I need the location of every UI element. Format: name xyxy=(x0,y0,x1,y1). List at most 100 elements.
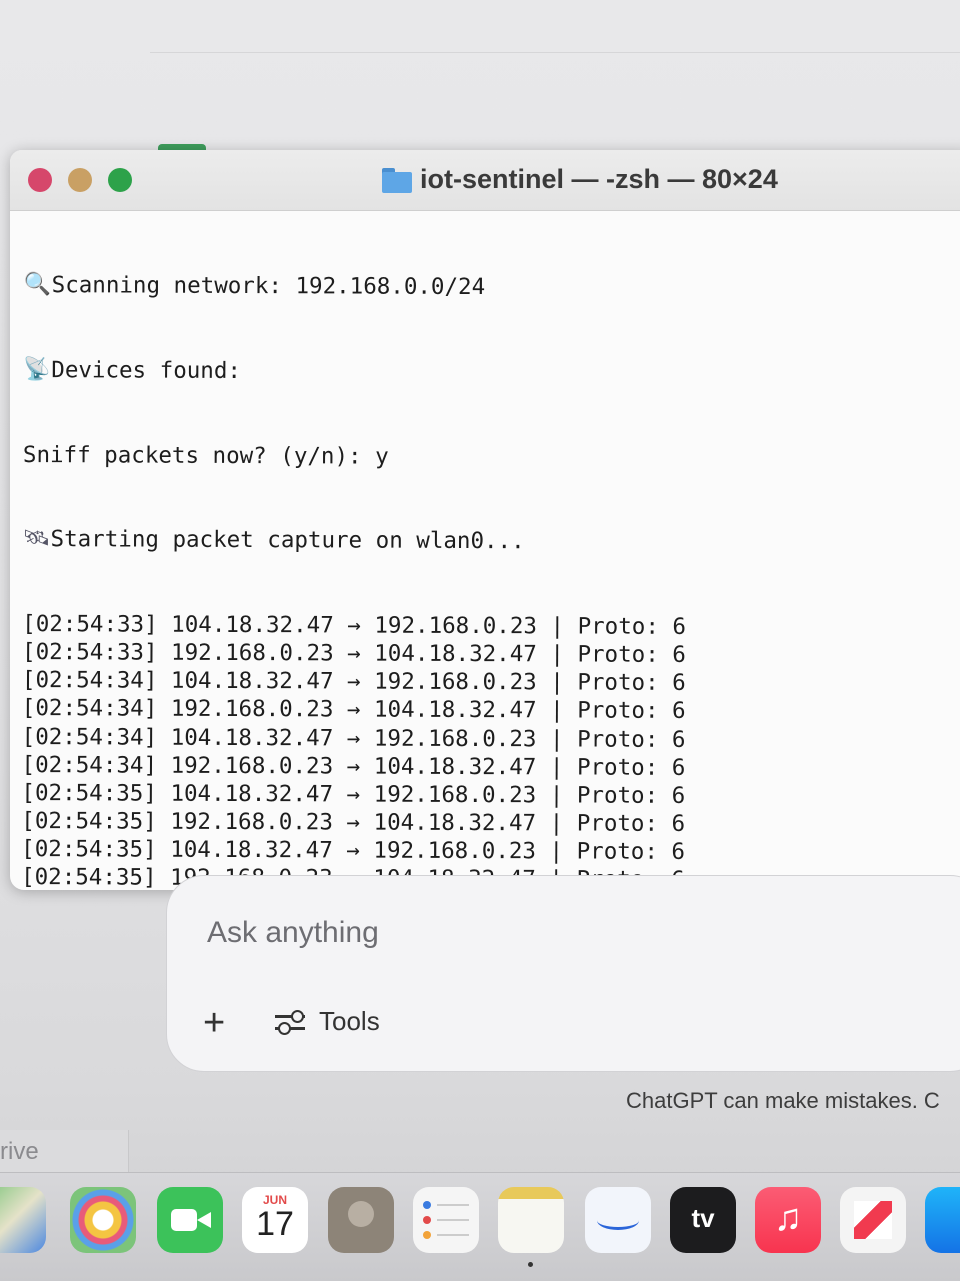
packet-separator: | xyxy=(549,782,564,809)
facetime-icon[interactable] xyxy=(157,1187,223,1253)
packet-row: [02:54:34] 104.18.32.47 → 192.168.0.23 |… xyxy=(22,666,960,698)
sliders-icon xyxy=(275,1008,305,1036)
packet-source: 192.168.0.23 xyxy=(170,808,333,836)
packet-arrow: → xyxy=(346,809,361,836)
satellite-icon: 🛰 xyxy=(22,526,51,552)
packet-time: [02:54:34] xyxy=(21,751,158,779)
dock: JUN 17 tv ♫ xyxy=(0,1172,960,1281)
packet-source: 192.168.0.23 xyxy=(170,752,334,780)
terminal-line: Sniff packets now? (y/n): y xyxy=(23,441,960,473)
packet-destination: 192.168.0.23 xyxy=(374,612,538,640)
packet-time: [02:54:35] xyxy=(21,864,157,890)
add-attachment-button[interactable]: + xyxy=(203,1004,225,1042)
apple-tv-label: tv xyxy=(691,1203,715,1233)
packet-destination: 192.168.0.23 xyxy=(373,837,537,865)
disclaimer-text: ChatGPT can make mistakes. C xyxy=(626,1088,940,1113)
packet-arrow: → xyxy=(347,668,361,695)
packet-arrow: → xyxy=(347,640,361,667)
app-store-icon[interactable] xyxy=(925,1187,960,1253)
packet-separator: | xyxy=(549,754,564,781)
packet-time: [02:54:34] xyxy=(21,667,158,694)
packet-proto: Proto: 6 xyxy=(577,669,686,697)
terminal-line: 🔍 Scanning network: 192.168.0.0/24 xyxy=(24,271,960,303)
packet-time: [02:54:34] xyxy=(21,723,158,751)
packet-separator: | xyxy=(550,613,565,640)
folder-icon xyxy=(382,167,412,193)
packet-source: 104.18.32.47 xyxy=(170,836,333,864)
packet-row: [02:54:35] 104.18.32.47 → 192.168.0.23 |… xyxy=(21,779,960,811)
packet-source: 104.18.32.47 xyxy=(170,724,334,751)
packet-time: [02:54:33] xyxy=(22,610,158,638)
music-icon[interactable]: ♫ xyxy=(755,1187,821,1253)
packet-time: [02:54:35] xyxy=(21,779,157,807)
packet-row: [02:54:33] 104.18.32.47 → 192.168.0.23 |… xyxy=(22,610,960,642)
calendar-day: 17 xyxy=(256,1205,294,1243)
packet-separator: | xyxy=(550,697,564,724)
packet-proto: Proto: 6 xyxy=(577,726,686,753)
packet-arrow: → xyxy=(346,781,361,808)
terminal-window[interactable]: iot-sentinel — -zsh — 80×24 🔍 Scanning ne… xyxy=(10,150,960,890)
apple-tv-icon[interactable]: tv xyxy=(670,1187,736,1253)
capture-start-text: Starting packet capture on wlan0... xyxy=(50,526,525,555)
packet-source: 104.18.32.47 xyxy=(171,611,334,639)
packet-separator: | xyxy=(550,669,564,696)
packet-arrow: → xyxy=(346,837,360,864)
close-window-button[interactable] xyxy=(28,168,52,192)
contacts-icon[interactable] xyxy=(328,1187,394,1253)
packet-source: 192.168.0.23 xyxy=(170,696,334,723)
background-divider xyxy=(150,52,960,53)
packet-time: [02:54:35] xyxy=(21,836,157,863)
music-note-glyph: ♫ xyxy=(773,1197,803,1239)
calendar-icon[interactable]: JUN 17 xyxy=(242,1187,308,1253)
tools-button[interactable]: Tools xyxy=(275,1006,380,1037)
terminal-line: 📡 Devices found: xyxy=(23,356,960,388)
satellite-antenna-icon: 📡 xyxy=(23,357,51,383)
terminal-title-text: iot-sentinel — -zsh — 80×24 xyxy=(420,164,778,194)
sidebar-item-label[interactable]: rive xyxy=(0,1138,39,1166)
photos-icon[interactable] xyxy=(70,1187,136,1253)
reminders-icon[interactable] xyxy=(413,1187,479,1253)
terminal-line: 🛰 Starting packet capture on wlan0... xyxy=(23,525,960,557)
devices-found-text: Devices found: xyxy=(51,357,242,385)
packet-separator: | xyxy=(549,810,564,837)
freeform-icon[interactable] xyxy=(585,1187,651,1253)
packet-row: [02:54:35] 104.18.32.47 → 192.168.0.23 |… xyxy=(21,835,960,867)
packet-destination: 104.18.32.47 xyxy=(373,753,537,781)
packet-proto: Proto: 6 xyxy=(576,838,686,866)
packet-destination: 192.168.0.23 xyxy=(373,725,537,752)
terminal-title: iot-sentinel — -zsh — 80×24 xyxy=(382,164,778,195)
tools-label: Tools xyxy=(319,1006,380,1036)
minimize-window-button[interactable] xyxy=(68,168,92,192)
chat-input-box[interactable]: Ask anything + Tools xyxy=(166,875,960,1072)
packet-source: 104.18.32.47 xyxy=(170,780,334,808)
packet-proto: Proto: 6 xyxy=(577,641,686,668)
terminal-titlebar[interactable]: iot-sentinel — -zsh — 80×24 xyxy=(10,150,960,211)
packet-row: [02:54:34] 192.168.0.23 → 104.18.32.47 |… xyxy=(22,751,960,783)
packet-proto: Proto: 6 xyxy=(576,754,686,781)
packet-time: [02:54:33] xyxy=(22,639,158,666)
packet-separator: | xyxy=(549,725,564,752)
packet-proto: Proto: 6 xyxy=(577,613,687,640)
news-icon[interactable] xyxy=(840,1187,906,1253)
maps-icon[interactable] xyxy=(0,1187,46,1253)
packet-arrow: → xyxy=(346,753,361,780)
chat-input-placeholder[interactable]: Ask anything xyxy=(207,916,379,950)
packet-arrow: → xyxy=(347,612,361,639)
maximize-window-button[interactable] xyxy=(108,168,132,192)
packet-row: [02:54:33] 192.168.0.23 → 104.18.32.47 |… xyxy=(22,638,960,670)
packet-arrow: → xyxy=(346,696,361,723)
magnifying-glass-icon: 🔍 xyxy=(23,272,52,298)
packet-row: [02:54:34] 104.18.32.47 → 192.168.0.23 |… xyxy=(22,723,960,755)
notes-icon[interactable] xyxy=(498,1187,564,1253)
app-running-indicator xyxy=(528,1262,533,1267)
packet-source: 104.18.32.47 xyxy=(170,667,334,695)
terminal-output[interactable]: 🔍 Scanning network: 192.168.0.0/24 📡 Devic… xyxy=(10,211,960,890)
packet-destination: 104.18.32.47 xyxy=(373,696,537,724)
packet-proto: Proto: 6 xyxy=(576,810,686,838)
packet-proto: Proto: 6 xyxy=(577,697,686,725)
packet-row: [02:54:35] 192.168.0.23 → 104.18.32.47 |… xyxy=(21,807,960,839)
sniff-prompt-text: Sniff packets now? (y/n): y xyxy=(22,441,389,470)
packet-log: [02:54:33] 104.18.32.47 → 192.168.0.23 |… xyxy=(20,610,960,890)
packet-destination: 104.18.32.47 xyxy=(373,809,537,837)
packet-arrow: → xyxy=(346,725,361,752)
